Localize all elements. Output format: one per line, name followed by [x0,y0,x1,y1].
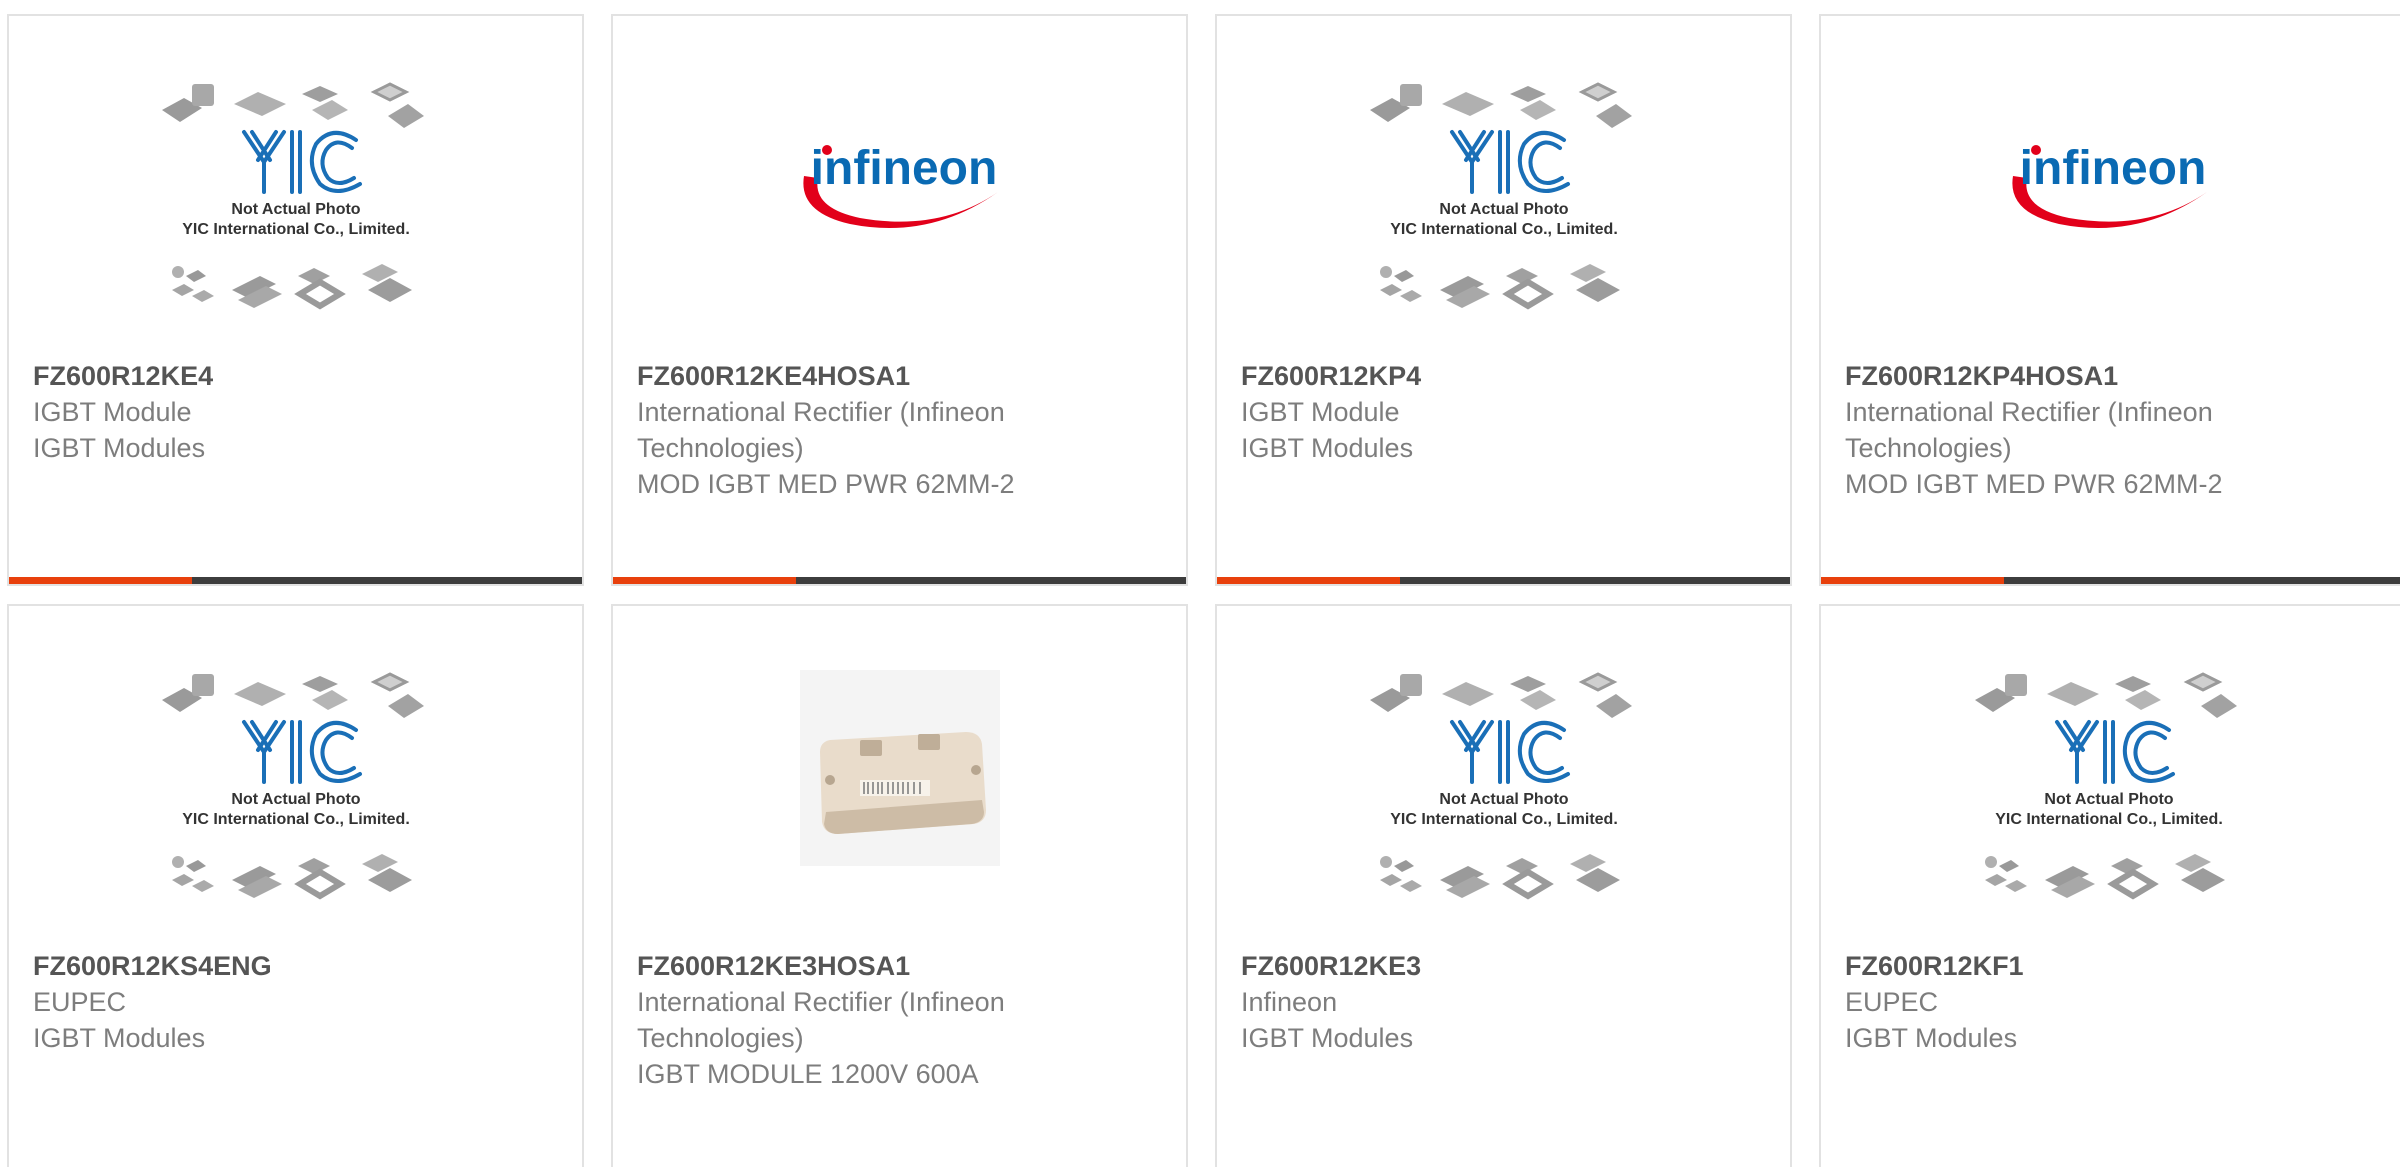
placeholder-caption: Not Actual Photo [1439,791,1568,808]
product-image[interactable]: infineon [1821,72,2400,362]
placeholder-caption: Not Actual Photo [231,201,360,218]
product-image[interactable] [613,662,1186,952]
description: IGBT Modules [1241,433,1414,463]
manufacturer: Infineon [1241,987,1338,1017]
product-image-placeholder[interactable]: Not Actual Photo YIC International Co., … [9,662,582,952]
part-number[interactable]: FZ600R12KE4 [33,358,542,394]
manufacturer: IGBT Module [1241,397,1400,427]
yic-logo-icon [1449,720,1570,784]
product-card[interactable]: infineon FZ600R12KP4HOSA1 International … [1819,14,2400,586]
card-accent-bar [9,577,582,584]
yic-logo-icon [241,130,362,194]
placeholder-company: YIC International Co., Limited. [182,811,410,828]
description: IGBT MODULE 1200V 600A [637,1059,979,1089]
product-card[interactable]: infineon FZ600R12KE4HOSA1 International … [611,14,1188,586]
placeholder-caption: Not Actual Photo [2044,791,2173,808]
description: MOD IGBT MED PWR 62MM-2 [1845,469,2223,499]
part-number[interactable]: FZ600R12KE3HOSA1 [637,948,1146,984]
part-number[interactable]: FZ600R12KP4 [1241,358,1750,394]
product-image-placeholder[interactable]: Not Actual Photo YIC International Co., … [1217,72,1790,362]
placeholder-caption: Not Actual Photo [231,791,360,808]
infineon-logo-icon: infineon [802,142,998,228]
manufacturer: International Rectifier (Infineon Techno… [1845,397,2213,463]
yic-placeholder-image: Not Actual Photo YIC International Co., … [1368,672,1633,902]
placeholder-company: YIC International Co., Limited. [1390,221,1618,238]
card-accent-bar [613,577,1186,584]
placeholder-caption: Not Actual Photo [1439,201,1568,218]
card-accent-bar [1821,577,2400,584]
part-number[interactable]: FZ600R12KE3 [1241,948,1750,984]
card-accent-bar [1217,577,1790,584]
yic-placeholder-image: Not Actual Photo YIC International Co., … [160,82,425,312]
product-card[interactable]: FZ600R12KE3HOSA1 International Rectifier… [611,604,1188,1167]
yic-logo-icon [1449,130,1570,194]
product-image[interactable]: infineon [613,72,1186,362]
product-card[interactable]: Not Actual Photo YIC International Co., … [7,14,584,586]
product-card[interactable]: Not Actual Photo YIC International Co., … [7,604,584,1167]
description: MOD IGBT MED PWR 62MM-2 [637,469,1015,499]
description: IGBT Modules [33,1023,206,1053]
part-number[interactable]: FZ600R12KP4HOSA1 [1845,358,2360,394]
description: IGBT Modules [1241,1023,1414,1053]
part-number[interactable]: FZ600R12KE4HOSA1 [637,358,1146,394]
product-card[interactable]: Not Actual Photo YIC International Co., … [1819,604,2400,1167]
placeholder-company: YIC International Co., Limited. [1390,811,1618,828]
description: IGBT Modules [33,433,206,463]
product-image-placeholder[interactable]: Not Actual Photo YIC International Co., … [1821,662,2400,952]
description: IGBT Modules [1845,1023,2018,1053]
product-image-placeholder[interactable]: Not Actual Photo YIC International Co., … [9,72,582,362]
igbt-module-photo [799,670,1000,866]
product-card[interactable]: Not Actual Photo YIC International Co., … [1215,604,1792,1167]
svg-text:infineon: infineon [2019,142,2206,195]
placeholder-company: YIC International Co., Limited. [182,221,410,238]
yic-placeholder-image: Not Actual Photo YIC International Co., … [160,672,425,902]
yic-logo-icon [241,720,362,784]
manufacturer: International Rectifier (Infineon Techno… [637,987,1005,1053]
product-card[interactable]: Not Actual Photo YIC International Co., … [1215,14,1792,586]
manufacturer: IGBT Module [33,397,192,427]
product-image-placeholder[interactable]: Not Actual Photo YIC International Co., … [1217,662,1790,952]
svg-text:infineon: infineon [810,142,997,195]
manufacturer: International Rectifier (Infineon Techno… [637,397,1005,463]
manufacturer: EUPEC [1845,987,1939,1017]
yic-placeholder-image: Not Actual Photo YIC International Co., … [1368,82,1633,312]
yic-placeholder-image: Not Actual Photo YIC International Co., … [1973,672,2238,902]
infineon-logo-icon: infineon [2011,142,2207,228]
placeholder-company: YIC International Co., Limited. [1995,811,2223,828]
part-number[interactable]: FZ600R12KS4ENG [33,948,542,984]
yic-logo-icon [2054,720,2175,784]
part-number[interactable]: FZ600R12KF1 [1845,948,2360,984]
manufacturer: EUPEC [33,987,127,1017]
